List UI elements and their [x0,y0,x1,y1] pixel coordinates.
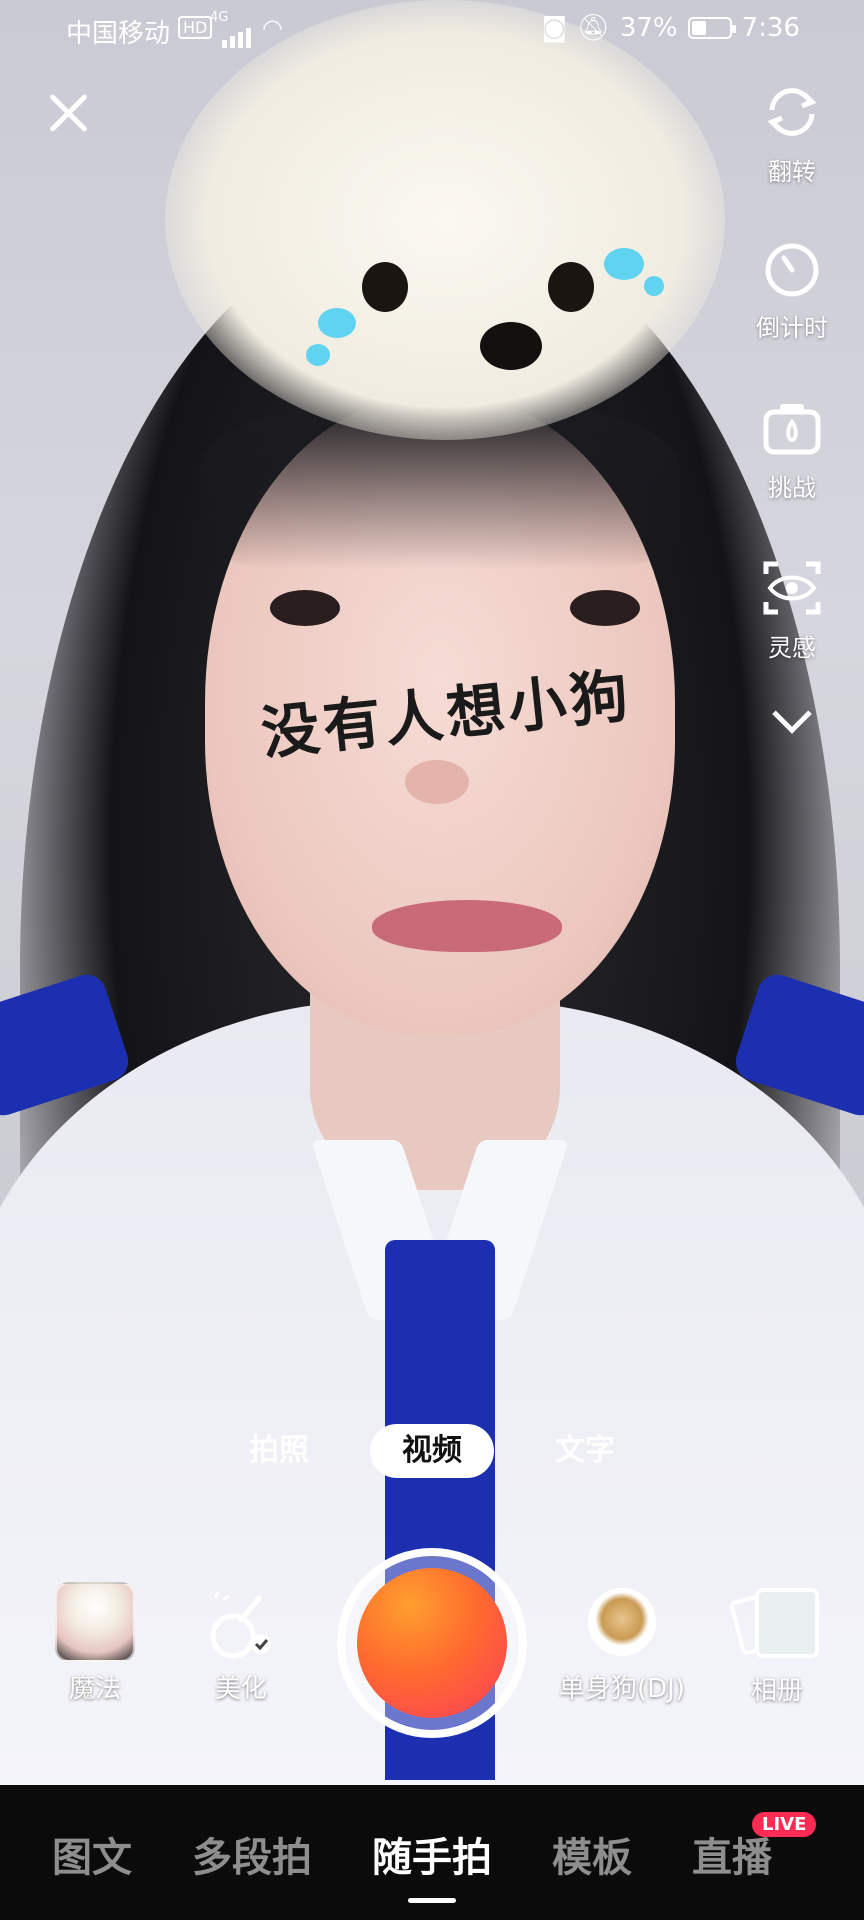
camera-preview: 没有人想小狗 [0,0,864,1785]
nav-item-multi-segment[interactable]: 多段拍 [192,1825,312,1883]
challenge-camera-icon [760,396,824,460]
beauty-button[interactable]: 美化 [186,1586,296,1705]
tear-drop [644,276,664,296]
battery-percent: 37% [619,13,678,43]
inspiration-eye-icon [760,556,824,620]
tool-label: 翻转 [768,158,816,186]
lips [372,900,562,952]
tear-drop [318,308,356,338]
puppy-eye-right [548,262,594,312]
flip-camera-button[interactable]: 翻转 [742,80,842,187]
signal-icon [222,18,254,48]
nav-item-template[interactable]: 模板 [552,1825,632,1883]
wifi-icon: ◠ [262,14,283,42]
battery-icon [687,17,736,39]
nav-item-image-text[interactable]: 图文 [52,1825,132,1883]
carrier-name: 中国移动 [66,19,171,49]
tool-label: 倒计时 [756,314,828,342]
nose [405,760,469,804]
magic-button[interactable]: 魔法 [40,1582,150,1705]
tear-drop [306,344,330,366]
capture-mode-switcher: 拍照 视频 文字 [0,1424,864,1478]
beauty-label: 美化 [214,1674,267,1704]
tear-drop [604,248,644,280]
album-button[interactable]: 相册 [722,1588,832,1707]
close-icon[interactable] [44,88,94,138]
magic-label: 魔法 [68,1674,121,1704]
flip-camera-icon [760,80,824,144]
mode-photo[interactable]: 拍照 [230,1424,328,1478]
hd-badge: HD [178,16,213,39]
record-button-core [357,1568,507,1718]
tool-label: 灵感 [768,634,816,662]
beauty-brush-icon [201,1586,281,1662]
camera-status-icon: ◙ [541,13,567,43]
left-eye [270,590,340,626]
puppy-effect-sticker [165,0,725,440]
album-label: 相册 [750,1676,803,1706]
puppy-eye-left [362,262,408,312]
music-label: 单身狗(DJ) [559,1674,685,1704]
clock: 7:36 [741,13,800,43]
music-button[interactable]: 单身狗(DJ) [552,1588,692,1705]
album-icon [728,1588,819,1658]
inspiration-button[interactable]: 灵感 [742,556,842,663]
tool-label: 挑战 [768,474,816,502]
status-bar: 中国移动 HD 4G ◠ ◙ 🔕︎ 37% 7:36 [0,0,864,60]
music-disc-icon [588,1588,656,1656]
timer-button[interactable]: 倒计时 [742,236,842,343]
right-eye [570,590,640,626]
record-button[interactable] [337,1548,527,1738]
nav-item-quick-shot[interactable]: 随手拍 [372,1825,492,1883]
live-badge: LIVE [752,1812,817,1837]
magic-effect-thumbnail [55,1582,135,1662]
mode-video[interactable]: 视频 [370,1424,494,1478]
timer-icon [760,236,824,300]
mute-icon: 🔕︎ [576,13,610,43]
mode-text[interactable]: 文字 [536,1424,634,1478]
puppy-nose [480,322,542,370]
challenge-button[interactable]: 挑战 [742,396,842,503]
active-tab-indicator [408,1898,456,1903]
